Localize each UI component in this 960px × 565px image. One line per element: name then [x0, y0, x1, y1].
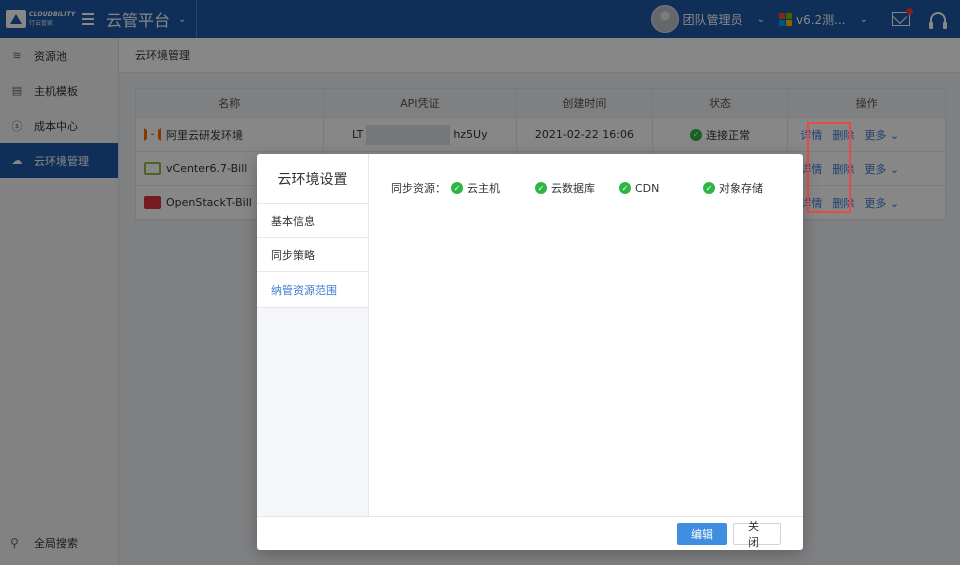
check-circle-icon: ✓ — [703, 182, 715, 194]
tab-sync-policy[interactable]: 同步策略 — [257, 238, 368, 272]
modal-body: 同步资源： ✓ 云主机 ✓ 云数据库 ✓ CDN ✓ 对象存储 — [369, 154, 803, 516]
modal-title: 云环境设置 — [257, 154, 368, 204]
check-circle-icon: ✓ — [451, 182, 463, 194]
modal-footer: 编辑 关闭 — [257, 516, 803, 550]
edit-button[interactable]: 编辑 — [677, 522, 727, 545]
sync-item-cdn: ✓ CDN — [619, 182, 703, 195]
check-circle-icon: ✓ — [535, 182, 547, 194]
sync-item-vm: ✓ 云主机 — [451, 180, 535, 196]
cloud-env-settings-modal: 云环境设置 基本信息 同步策略 纳管资源范围 同步资源： ✓ 云主机 ✓ 云数据… — [257, 154, 803, 550]
close-button[interactable]: 关闭 — [733, 520, 781, 549]
sync-item-db: ✓ 云数据库 — [535, 180, 619, 196]
sync-label: 同步资源： — [391, 182, 446, 195]
check-circle-icon: ✓ — [619, 182, 631, 194]
tab-basic-info[interactable]: 基本信息 — [257, 204, 368, 238]
tab-managed-scope[interactable]: 纳管资源范围 — [257, 272, 368, 308]
sync-item-oss: ✓ 对象存储 — [703, 180, 763, 196]
sync-resources-row: 同步资源： ✓ 云主机 ✓ 云数据库 ✓ CDN ✓ 对象存储 — [391, 180, 803, 196]
modal-sidebar: 云环境设置 基本信息 同步策略 纳管资源范围 — [257, 154, 369, 516]
detail-highlight-box — [807, 122, 851, 213]
